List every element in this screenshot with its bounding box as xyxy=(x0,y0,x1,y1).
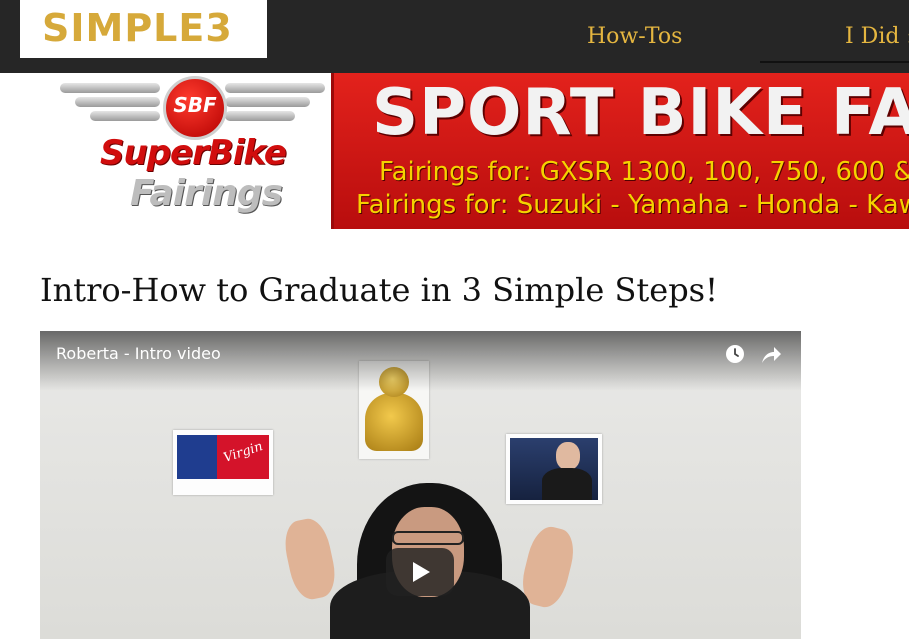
nav-item-i-did[interactable]: I Did : xyxy=(845,22,909,52)
presenter-left-hand xyxy=(280,515,340,603)
clock-icon[interactable] xyxy=(726,345,744,363)
page-title: Intro-How to Graduate in 3 Simple Steps! xyxy=(40,271,718,309)
wing-stripe xyxy=(75,97,160,107)
share-icon[interactable] xyxy=(760,345,782,365)
video-title[interactable]: Roberta - Intro video xyxy=(56,343,221,365)
virgin-photo-person xyxy=(177,435,217,479)
buffett-photo-suit xyxy=(542,468,592,500)
video-player[interactable]: Virgin Roberta - Intro video xyxy=(40,331,801,639)
sbf-logo: SBF SuperBike Fairings xyxy=(50,73,330,229)
play-icon xyxy=(413,562,430,582)
brand-fairings: Fairings xyxy=(130,173,283,214)
share-icon-glyph xyxy=(762,347,781,363)
buffett-photo-face xyxy=(556,442,580,470)
sbf-badge-text: SBF xyxy=(173,93,217,117)
clock-icon-glyph xyxy=(734,348,739,357)
banner-ad[interactable]: SBF SuperBike Fairings SPORT BIKE FAIRI … xyxy=(50,73,909,229)
brand-superbike: SuperBike xyxy=(100,133,287,173)
virgin-photo: Virgin xyxy=(173,430,273,495)
banner-line-models: Fairings for: GXSR 1300, 100, 750, 600 &… xyxy=(379,157,909,187)
wing-stripe xyxy=(225,83,325,93)
wing-stripe xyxy=(90,111,160,121)
wing-stripe xyxy=(60,83,160,93)
play-button[interactable] xyxy=(386,548,454,596)
presenter-glasses xyxy=(392,531,464,545)
buddha-body xyxy=(365,393,423,451)
site-logo[interactable]: SIMPLE3 xyxy=(20,0,267,58)
site-logo-text: SIMPLE3 xyxy=(42,6,233,50)
nav-item-how-tos[interactable]: How-Tos xyxy=(587,22,682,52)
banner-headline: SPORT BIKE FAIRI xyxy=(372,76,909,150)
buffett-photo xyxy=(506,434,602,504)
sbf-badge: SBF xyxy=(163,76,227,140)
banner-red-panel: SPORT BIKE FAIRI Fairings for: GXSR 1300… xyxy=(331,73,909,229)
wing-stripe xyxy=(225,111,295,121)
nav-active-underline xyxy=(760,61,909,63)
top-nav-bar: SIMPLE3 How-Tos I Did : xyxy=(0,0,909,73)
wing-stripe xyxy=(225,97,310,107)
banner-line-brands: Fairings for: Suzuki - Yamaha - Honda - … xyxy=(356,190,909,220)
